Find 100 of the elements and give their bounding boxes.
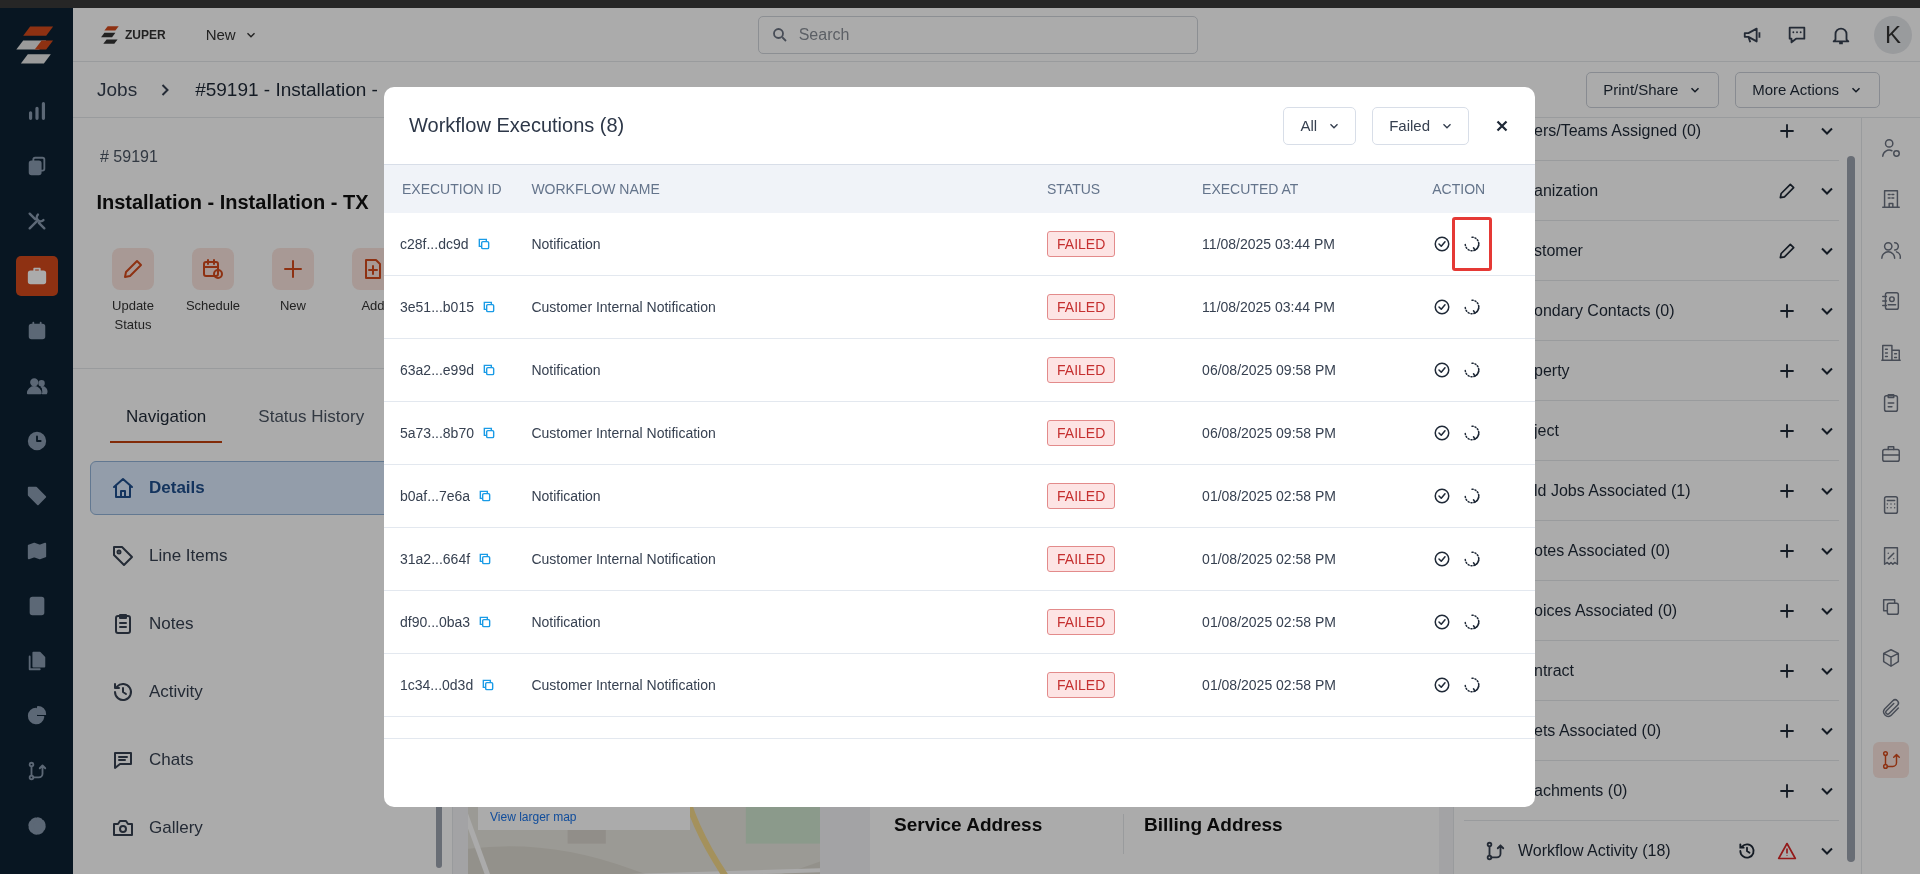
copy-icon: [478, 489, 493, 503]
workflow-name: Customer Internal Notification: [531, 299, 717, 315]
calendar-clock-icon: [201, 257, 225, 281]
tag-outline-icon: [111, 544, 135, 568]
workflow-name: Customer Internal Notification: [531, 677, 717, 693]
execution-id: 3e51...b015: [400, 299, 474, 315]
search-icon: [770, 25, 789, 44]
column-header: STATUS: [1047, 181, 1102, 197]
retry-icon: [1463, 235, 1482, 253]
execution-id: 31a2...664f: [400, 551, 471, 567]
retry-icon: [1463, 550, 1482, 568]
pencil-icon: [1777, 180, 1797, 201]
execution-id: df90...0ba3: [400, 614, 471, 630]
executed-at: 06/08/2025 09:58 PM: [1202, 362, 1337, 378]
status-badge: FAILED: [1047, 609, 1116, 635]
column-header: ACTION: [1432, 181, 1487, 197]
copy-icon: [481, 363, 496, 377]
plus-button[interactable]: [272, 248, 314, 290]
search-field[interactable]: Search: [757, 15, 1198, 54]
check-circle-icon: [1433, 298, 1452, 316]
executed-at: 01/08/2025 02:58 PM: [1202, 488, 1337, 504]
workflow-name: Customer Internal Notification: [531, 551, 717, 567]
executed-at: 11/08/2025 03:44 PM: [1202, 236, 1336, 252]
copy-icon: [476, 237, 491, 251]
pencil-button[interactable]: [112, 248, 154, 290]
retry-icon: [1463, 361, 1482, 379]
executed-at: 01/08/2025 02:58 PM: [1202, 677, 1337, 693]
status-badge: FAILED: [1047, 546, 1116, 572]
user-avatar[interactable]: K: [1874, 15, 1912, 54]
section-title: ers/Teams Assigned (0): [1534, 121, 1703, 140]
status-badge: FAILED: [1047, 672, 1116, 698]
copy-icon: [481, 678, 496, 692]
briefcase-button[interactable]: [15, 256, 58, 296]
job-number: # 59191: [99, 148, 159, 166]
section-title: perty: [1534, 361, 1571, 380]
dropdown-button[interactable]: More Actions: [1735, 71, 1880, 108]
section-title: ondary Contacts (0): [1534, 301, 1676, 320]
section-title: stomer: [1534, 241, 1584, 260]
retry-icon: [1463, 298, 1482, 316]
people-outline-icon: [1880, 239, 1902, 261]
all-filter[interactable]: All: [1283, 106, 1357, 145]
execution-id: 1c34...0d3d: [400, 677, 474, 693]
executed-at: 01/08/2025 02:58 PM: [1202, 551, 1337, 567]
copy-icon: [481, 300, 496, 314]
section-title: otes Associated (0): [1534, 541, 1672, 560]
copy-button[interactable]: [478, 615, 493, 629]
brand-name: ZUPER: [125, 27, 166, 42]
copy-button[interactable]: [481, 426, 496, 440]
check-circle-icon: [1433, 235, 1452, 253]
section-title: Workflow Activity (18): [1518, 842, 1672, 860]
section-title: ld Jobs Associated (1): [1534, 481, 1692, 500]
section-title: anization: [1534, 181, 1600, 200]
calendar-clock-button[interactable]: [192, 248, 234, 290]
copy-button[interactable]: [481, 363, 496, 377]
history-icon: [111, 680, 135, 704]
status-filter[interactable]: Failed: [1372, 106, 1469, 145]
retry-icon: [1463, 424, 1482, 442]
person-pin-icon: [1880, 137, 1902, 159]
branch-button[interactable]: [1873, 742, 1909, 778]
scrollbar[interactable]: [1847, 156, 1855, 862]
clock-icon: [25, 430, 48, 452]
column-header: WORKFLOW NAME: [531, 181, 661, 197]
copy-icon: [478, 552, 493, 566]
copy-button[interactable]: [481, 678, 496, 692]
tab[interactable]: Navigation: [110, 403, 223, 443]
people-icon: [25, 375, 48, 397]
nav-item[interactable]: Gallery: [90, 801, 440, 855]
copy-button[interactable]: [478, 552, 493, 566]
modal-title: Workflow Executions (8): [409, 114, 625, 137]
column-header: EXECUTION ID: [401, 181, 503, 197]
briefcase-icon: [25, 265, 48, 287]
executed-at: 06/08/2025 09:58 PM: [1202, 425, 1337, 441]
action-label: Update Status: [111, 297, 155, 334]
status-badge: FAILED: [1047, 483, 1116, 509]
breadcrumb-link[interactable]: Jobs: [97, 78, 138, 101]
execution-id: c28f...dc9d: [400, 236, 469, 252]
new-menu[interactable]: New: [205, 26, 258, 43]
tag-icon: [25, 485, 48, 507]
execution-id: 63a2...e99d: [400, 362, 474, 378]
copy-icon: [1880, 596, 1902, 618]
view-map-link[interactable]: View larger map: [490, 810, 577, 824]
dropdown-button[interactable]: Print/Share: [1586, 71, 1720, 108]
executed-at: 01/08/2025 02:58 PM: [1202, 614, 1337, 630]
job-title: Installation - Installation - TX: [95, 190, 370, 215]
contact-book-icon: [1880, 290, 1902, 312]
status-badge: FAILED: [1047, 357, 1116, 383]
pencil-icon: [1777, 240, 1797, 261]
retry-button[interactable]: [1452, 217, 1493, 271]
copy-icon: [478, 615, 493, 629]
check-circle-icon: [1433, 676, 1452, 694]
workflow-name: Notification: [531, 488, 602, 504]
address-heading: Billing Address: [1143, 814, 1284, 837]
copy-button[interactable]: [476, 237, 491, 251]
nav-item[interactable]: Chats: [90, 733, 440, 787]
copy-button[interactable]: [478, 489, 493, 503]
plus-icon: [281, 257, 305, 281]
tab[interactable]: Status History: [242, 403, 381, 443]
execution-id: 5a73...8b70: [400, 425, 474, 441]
copy-button[interactable]: [481, 300, 496, 314]
workflow-name: Customer Internal Notification: [531, 425, 717, 441]
